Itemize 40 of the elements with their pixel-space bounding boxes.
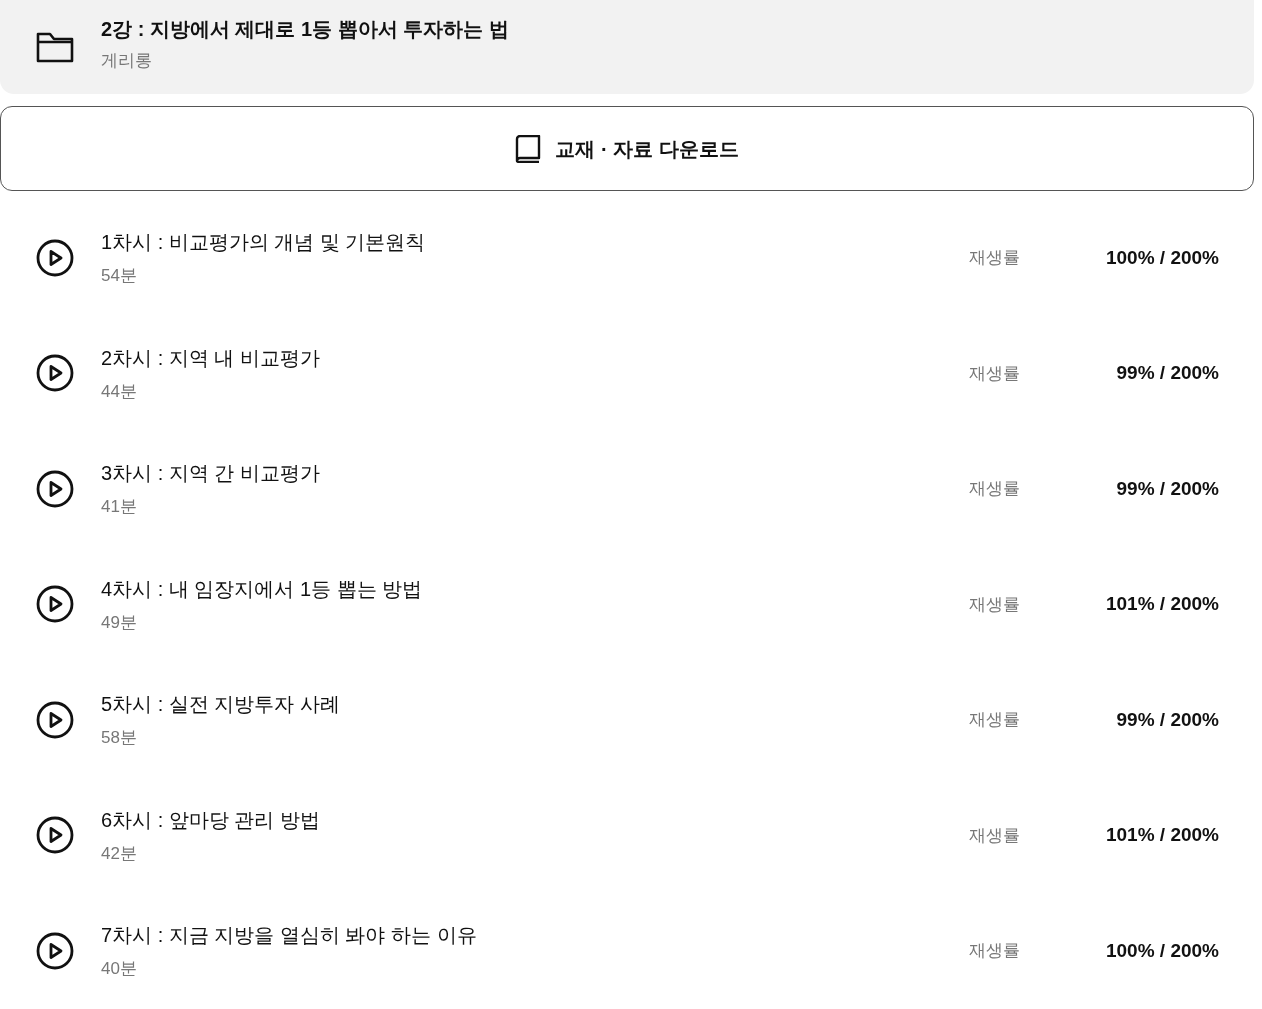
lesson-title[interactable]: 7차시 : 지금 지방을 열심히 봐야 하는 이유: [101, 920, 969, 950]
play-rate-value: 101% / 200%: [1104, 592, 1219, 616]
play-rate-value: 99% / 200%: [1115, 476, 1219, 501]
play-rate-label: 재생률: [969, 478, 1021, 500]
lesson-duration: 42분: [101, 842, 138, 865]
play-rate-value: 100% / 200%: [1104, 245, 1219, 270]
play-rate-value: 99% / 200%: [1115, 707, 1219, 732]
lesson-duration: 58분: [101, 727, 138, 749]
play-icon[interactable]: [36, 354, 74, 393]
folder-icon: [36, 31, 74, 63]
lesson-duration: 40분: [101, 958, 138, 980]
lesson-duration: 44분: [101, 380, 138, 403]
lesson-title[interactable]: 3차시 : 지역 간 비교평가: [101, 458, 969, 488]
download-button[interactable]: 교재 · 자료 다운로드: [0, 106, 1254, 191]
lesson-duration: 49분: [101, 611, 138, 634]
lesson-title[interactable]: 2차시 : 지역 내 비교평가: [101, 342, 969, 373]
play-rate-value: 99% / 200%: [1115, 361, 1219, 385]
lesson-title[interactable]: 6차시 : 앞마당 관리 방법: [101, 804, 969, 835]
lesson-title[interactable]: 4차시 : 내 임장지에서 1등 뽑는 방법: [101, 573, 969, 604]
play-icon[interactable]: [36, 585, 74, 624]
course-title: 2강 : 지방에서 제대로 1등 뽑아서 투자하는 법: [101, 17, 509, 43]
play-icon[interactable]: [36, 238, 74, 277]
play-rate-label: 재생률: [969, 940, 1021, 962]
course-author: 게리롱: [101, 50, 153, 73]
book-icon: [515, 134, 542, 163]
play-rate-value: 100% / 200%: [1104, 938, 1219, 963]
play-rate-value: 101% / 200%: [1104, 823, 1219, 847]
lesson-duration: 41분: [101, 496, 138, 518]
play-rate-label: 재생률: [969, 709, 1021, 731]
lesson-title[interactable]: 1차시 : 비교평가의 개념 및 기본원칙: [101, 227, 969, 257]
play-icon[interactable]: [36, 816, 74, 855]
play-icon[interactable]: [36, 469, 74, 508]
play-rate-label: 재생률: [969, 824, 1021, 847]
play-icon[interactable]: [36, 700, 74, 739]
play-icon[interactable]: [36, 931, 74, 970]
lesson-title[interactable]: 5차시 : 실전 지방투자 사례: [101, 689, 969, 719]
play-rate-label: 재생률: [969, 362, 1021, 385]
play-rate-label: 재생률: [969, 247, 1021, 269]
play-rate-label: 재생률: [969, 593, 1021, 616]
lesson-duration: 54분: [101, 265, 138, 287]
